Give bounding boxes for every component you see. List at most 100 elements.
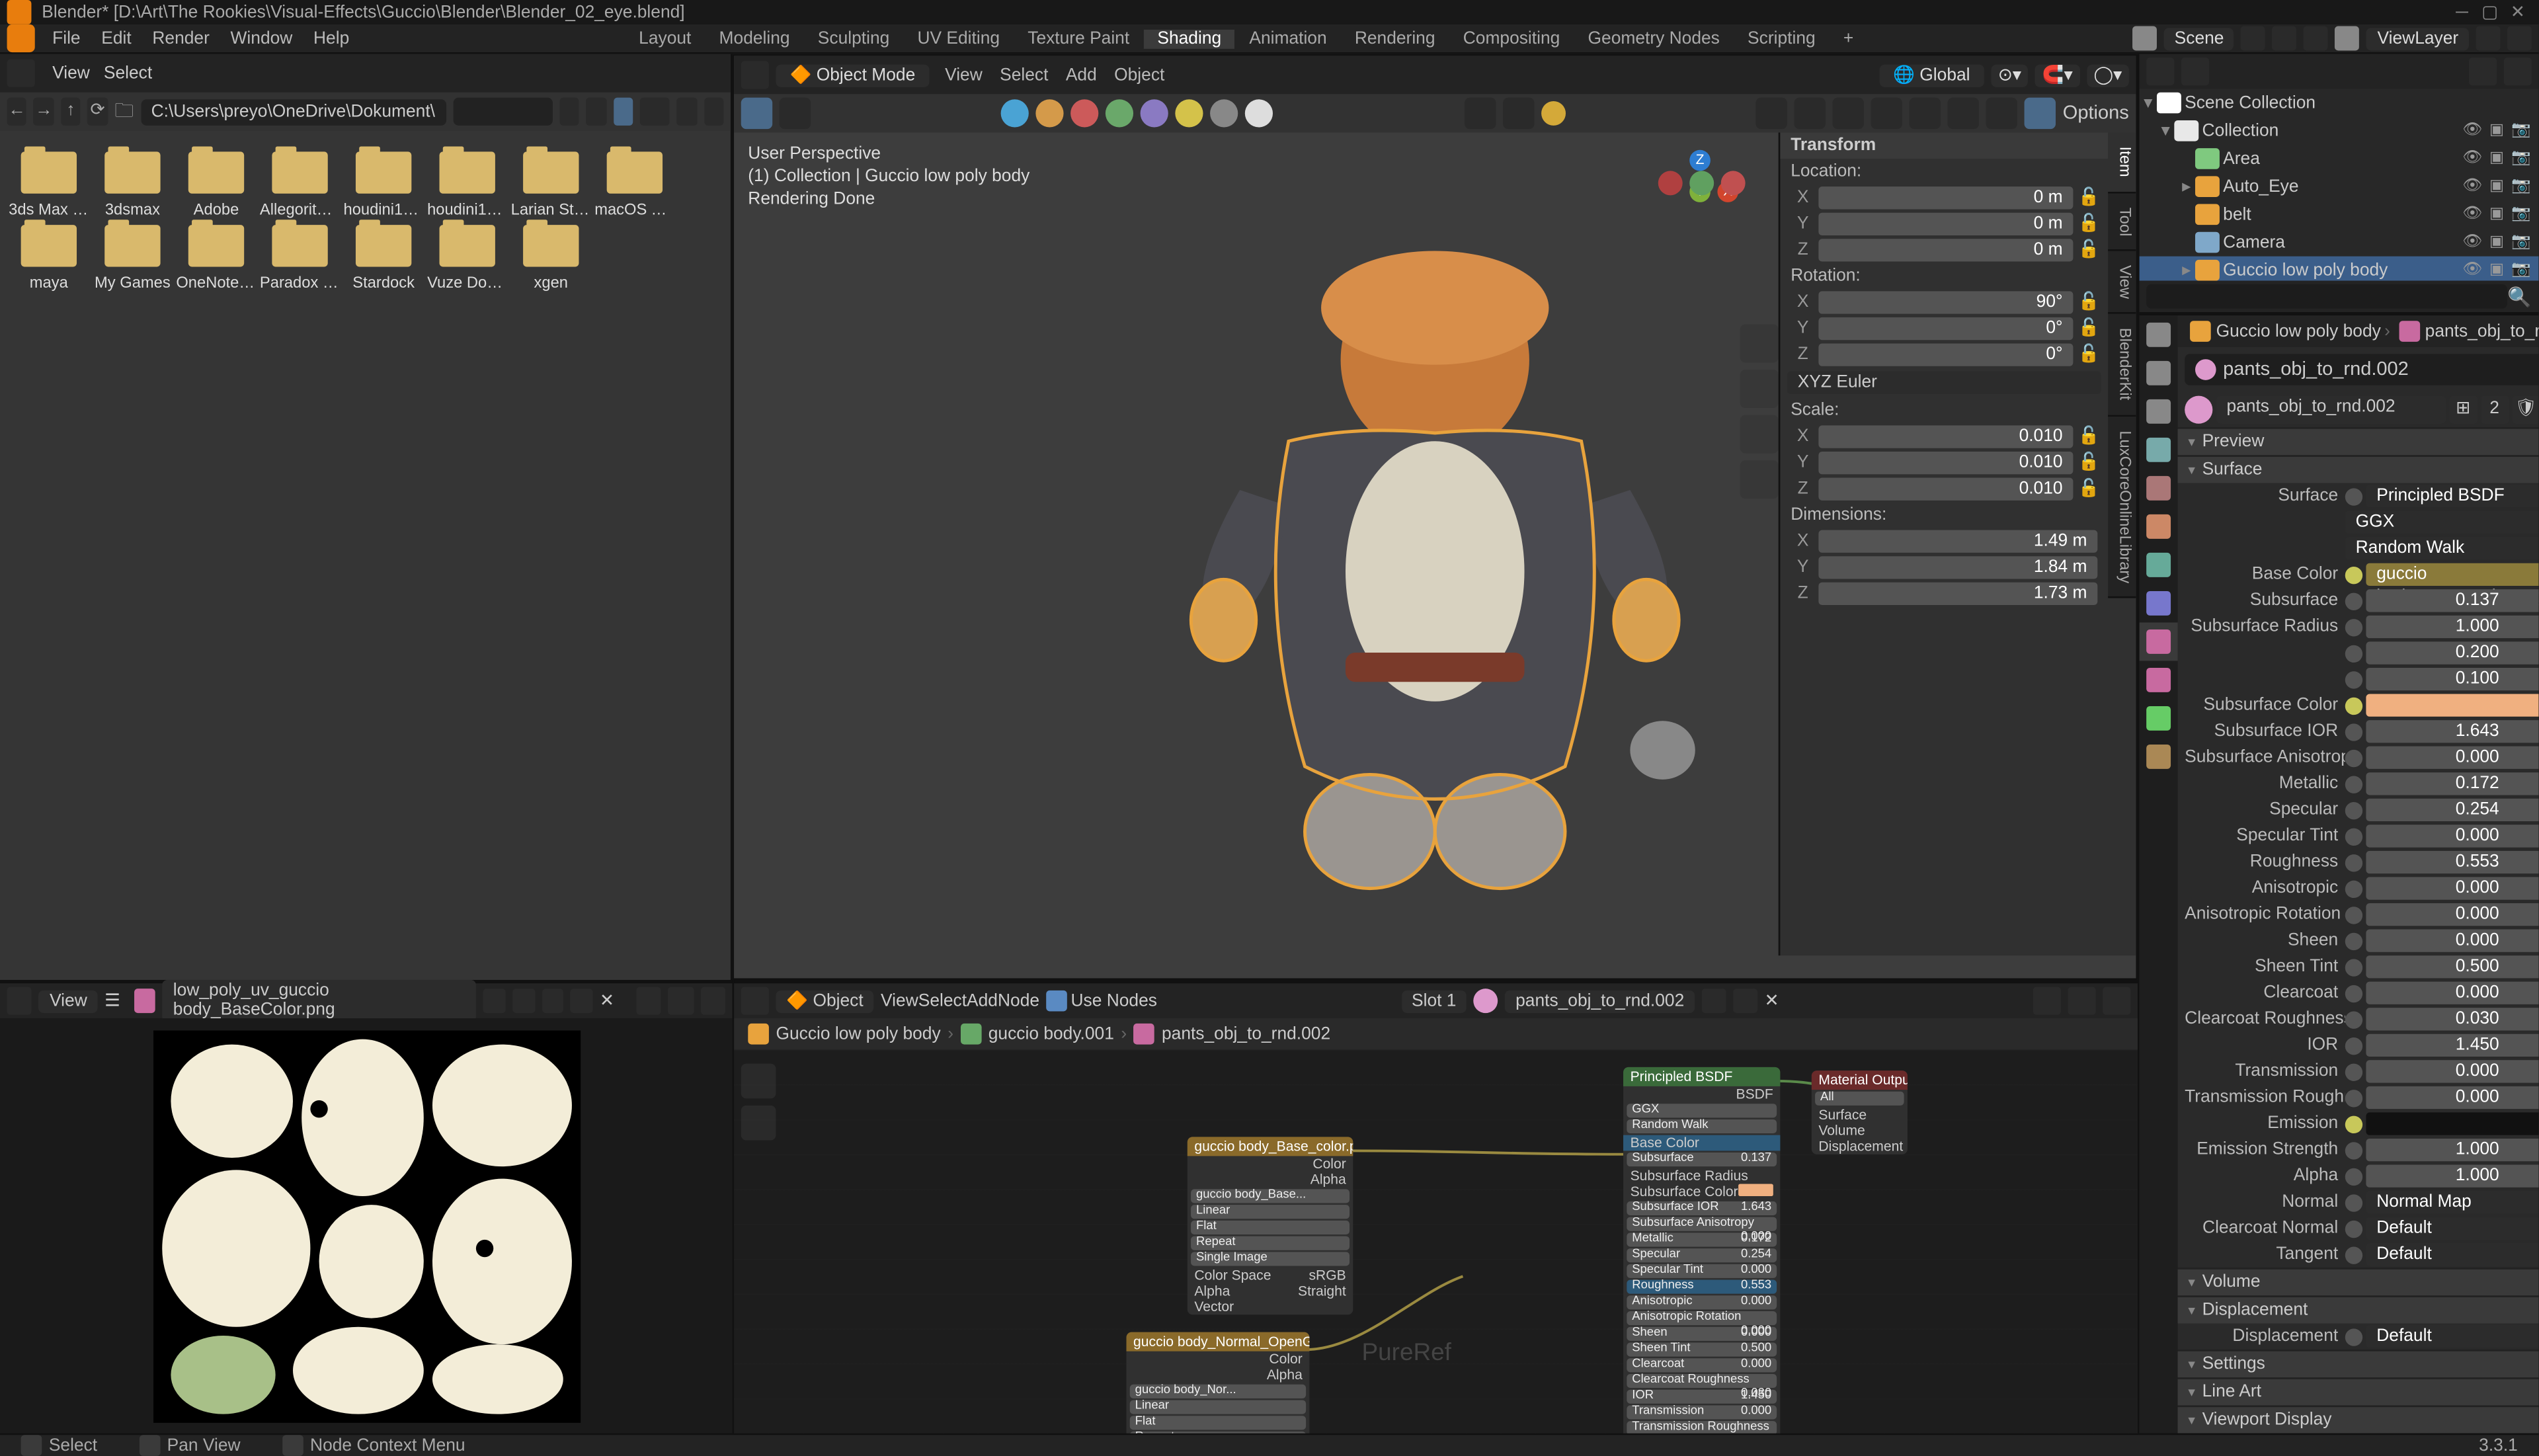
- socket-icon[interactable]: [2345, 1193, 2362, 1211]
- prop-value[interactable]: 1.000: [2366, 616, 2538, 638]
- record-icon[interactable]: [1658, 171, 1683, 195]
- properties-tab[interactable]: [2140, 584, 2178, 622]
- socket-icon[interactable]: [2345, 932, 2362, 949]
- display-columns-button[interactable]: [586, 98, 606, 126]
- prop-value[interactable]: 0.200: [2366, 641, 2538, 664]
- new-collection-icon[interactable]: [2504, 58, 2532, 85]
- select-visible-icon[interactable]: [1756, 98, 1787, 129]
- viewport-canvas[interactable]: User Perspective (1) Collection | Guccio…: [734, 132, 2136, 978]
- preset-white[interactable]: [1246, 99, 1273, 127]
- copy-material-icon[interactable]: 2: [2481, 396, 2509, 424]
- socket-icon[interactable]: [2345, 749, 2362, 766]
- preset-blue[interactable]: [1002, 99, 1029, 127]
- prop-value[interactable]: 1.000: [2366, 1139, 2538, 1161]
- display-thumbnails-button[interactable]: [613, 98, 633, 126]
- socket-icon[interactable]: [2345, 958, 2362, 975]
- nav-back-button[interactable]: ←: [7, 98, 27, 126]
- workspace-tab[interactable]: Modeling: [705, 29, 803, 48]
- socket-icon[interactable]: [2345, 1141, 2362, 1158]
- snap-icon[interactable]: [2033, 987, 2061, 1015]
- browse-material-icon[interactable]: ⊞: [2449, 396, 2477, 424]
- folder-item[interactable]: Paradox Int...: [258, 225, 342, 291]
- properties-tab[interactable]: [2140, 622, 2178, 661]
- socket-icon[interactable]: [2345, 670, 2362, 688]
- path-field[interactable]: C:\Users\preyo\OneDrive\Dokument\: [141, 99, 446, 125]
- folder-item[interactable]: macOS Tra...: [593, 151, 677, 218]
- displacement-dropdown[interactable]: Default: [2366, 1325, 2538, 1348]
- image-new-icon[interactable]: [512, 989, 534, 1013]
- surface-panel-header[interactable]: Surface: [2178, 457, 2539, 483]
- loc-y[interactable]: 0 m: [1818, 213, 2073, 235]
- material-slot[interactable]: pants_obj_to_rnd.002: [2185, 354, 2538, 385]
- socket-icon[interactable]: [2345, 723, 2362, 740]
- vp-menu-add[interactable]: Add: [1057, 66, 1106, 85]
- filter-toggle[interactable]: [676, 98, 696, 126]
- socket-icon[interactable]: [2345, 592, 2362, 609]
- prop-value[interactable]: 0.000: [2366, 747, 2538, 769]
- viewlayer-new-icon[interactable]: [2476, 26, 2501, 51]
- ne-menu-view[interactable]: View: [881, 991, 918, 1010]
- material-output-node[interactable]: Material Output All Surface Volume Displ…: [1812, 1071, 1908, 1154]
- prop-value[interactable]: 0.137: [2366, 589, 2538, 612]
- editor-type-icon[interactable]: [741, 61, 769, 89]
- maximize-button[interactable]: ▢: [2476, 3, 2504, 22]
- npanel-tab-item[interactable]: Item: [2108, 132, 2136, 192]
- perspective-icon[interactable]: [1740, 460, 1779, 499]
- node-canvas[interactable]: PureRef guccio body_Base_color.png.001 C…: [734, 1049, 2138, 1433]
- prop-value[interactable]: 1.450: [2366, 1034, 2538, 1057]
- outliner-mode-icon[interactable]: [2181, 58, 2209, 85]
- slot-dropdown[interactable]: Slot 1: [1401, 989, 1467, 1012]
- lock-icon[interactable]: 🔓: [2077, 188, 2101, 208]
- prop-value[interactable]: 0.030: [2366, 1008, 2538, 1030]
- image-slot-icon[interactable]: [700, 987, 725, 1015]
- prop-value[interactable]: 0.000: [2366, 1060, 2538, 1082]
- normal-dropdown[interactable]: Normal Map: [2366, 1191, 2538, 1213]
- workspace-tab[interactable]: Animation: [1235, 29, 1340, 48]
- workspace-tab[interactable]: +: [1830, 29, 1868, 48]
- camera-icon[interactable]: [1740, 415, 1779, 454]
- overlays-icon[interactable]: [1833, 98, 1864, 129]
- image-unlink-icon[interactable]: [542, 989, 563, 1013]
- lock-icon[interactable]: 🔓: [2077, 214, 2101, 233]
- pan-icon[interactable]: [1740, 370, 1779, 408]
- scene-field[interactable]: Scene: [2164, 27, 2234, 50]
- ne-menu-select[interactable]: Select: [918, 991, 967, 1010]
- preset-red[interactable]: [1071, 99, 1099, 127]
- socket-icon[interactable]: [2345, 1328, 2362, 1345]
- notification-bell-icon[interactable]: [1541, 101, 1565, 126]
- workspace-tab[interactable]: Texture Paint: [1014, 29, 1143, 48]
- properties-tab[interactable]: [2140, 737, 2178, 776]
- npanel-tab-tool[interactable]: Tool: [2108, 192, 2136, 251]
- menu-edit[interactable]: Edit: [91, 29, 141, 48]
- orientation-dropdown[interactable]: 🌐 Global: [1879, 63, 1984, 86]
- workspace-tab[interactable]: UV Editing: [903, 29, 1014, 48]
- mat-pin-icon[interactable]: [1733, 989, 1757, 1013]
- workspace-tab[interactable]: Sculpting: [804, 29, 904, 48]
- image-canvas[interactable]: [0, 1018, 733, 1434]
- snap-dropdown[interactable]: 🧲▾: [2035, 63, 2079, 86]
- prop-value[interactable]: 0.254: [2366, 799, 2538, 821]
- lock-icon[interactable]: 🔓: [2077, 454, 2101, 473]
- folder-item[interactable]: OneNote N...: [175, 225, 259, 291]
- socket-icon[interactable]: [2345, 1246, 2362, 1263]
- socket-icon[interactable]: [2345, 618, 2362, 635]
- rotmode-dropdown[interactable]: XYZ Euler: [1787, 372, 2101, 394]
- folder-item[interactable]: 3ds Max 20...: [7, 151, 91, 218]
- settings-panel-header[interactable]: Settings: [2178, 1352, 2539, 1378]
- nav-forward-button[interactable]: →: [34, 98, 54, 126]
- socket-icon[interactable]: [2345, 1220, 2362, 1237]
- socket-icon[interactable]: [2345, 801, 2362, 819]
- folder-item[interactable]: Stardock: [342, 225, 426, 291]
- viewlayer-delete-icon[interactable]: [2507, 26, 2532, 51]
- image-name-field[interactable]: low_poly_uv_guccio body_BaseColor.png: [163, 980, 477, 1022]
- workspace-tab[interactable]: Geometry Nodes: [1574, 29, 1734, 48]
- viewlayer-field[interactable]: ViewLayer: [2367, 27, 2469, 50]
- socket-icon[interactable]: [2345, 1010, 2362, 1028]
- zoom-icon[interactable]: [1740, 324, 1779, 362]
- outliner-row[interactable]: Camera👁▣📷: [2140, 228, 2539, 256]
- surface-shader-dropdown[interactable]: Principled BSDF: [2366, 485, 2538, 507]
- folder-item[interactable]: Adobe: [175, 151, 259, 218]
- properties-tab[interactable]: [2140, 469, 2178, 507]
- prop-value[interactable]: 0.172: [2366, 772, 2538, 795]
- zoom-icon[interactable]: [741, 1064, 776, 1099]
